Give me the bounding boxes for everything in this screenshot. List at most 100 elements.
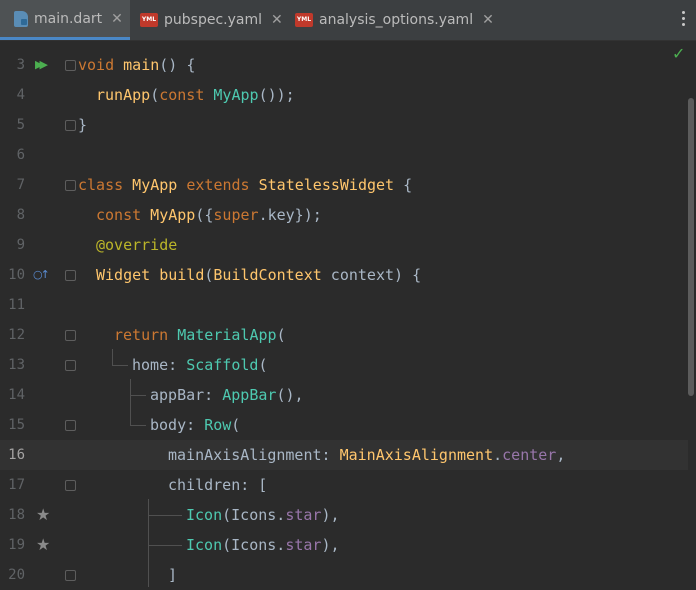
code-token: super bbox=[213, 206, 259, 224]
code-line-11: 11 bbox=[0, 290, 688, 320]
more-options-icon[interactable] bbox=[681, 11, 685, 26]
code-token: Scaffold bbox=[186, 356, 259, 374]
fold-marker[interactable] bbox=[65, 570, 76, 581]
code-line-17: 17 children: [ bbox=[0, 470, 688, 500]
code-line-16: 16 mainAxisAlignment: MainAxisAlignment.… bbox=[0, 440, 688, 470]
star-icon: ★ bbox=[36, 535, 51, 554]
code-token: context) { bbox=[321, 266, 422, 284]
line-number: 5 bbox=[16, 117, 25, 133]
code-token: StatelessWidget bbox=[249, 176, 395, 194]
code-token: AppBar bbox=[222, 386, 277, 404]
code-token: MyApp bbox=[141, 206, 196, 224]
line-number: 6 bbox=[16, 147, 25, 163]
indent-guide bbox=[130, 379, 131, 426]
code-line-10: 10 ○↑ Widget build(BuildContext context)… bbox=[0, 260, 688, 290]
code-token: MyApp bbox=[123, 176, 187, 194]
code-line-3: 3 ▶▶ void main() { bbox=[0, 50, 688, 80]
line-number: 10 bbox=[8, 267, 25, 283]
code-line-14: 14 appBar: AppBar(), bbox=[0, 380, 688, 410]
code-token: ] bbox=[168, 566, 178, 584]
code-token: . bbox=[493, 446, 503, 464]
code-token: MainAxisAlignment bbox=[339, 446, 494, 464]
code-token: ( bbox=[258, 356, 268, 374]
code-token: center bbox=[502, 446, 557, 464]
line-number: 9 bbox=[16, 237, 25, 253]
code-line-20: 20 ] bbox=[0, 560, 688, 590]
code-editor[interactable]: 3 ▶▶ void main() { 4 runApp(const MyApp(… bbox=[0, 41, 696, 587]
code-token: ( bbox=[231, 416, 241, 434]
code-token: (Icons. bbox=[222, 536, 286, 554]
code-token: MaterialApp bbox=[168, 326, 277, 344]
fold-marker[interactable] bbox=[65, 480, 76, 491]
code-token: () { bbox=[159, 56, 196, 74]
indent-guide bbox=[112, 365, 128, 366]
code-token: @override bbox=[96, 236, 178, 254]
code-token: void bbox=[78, 56, 115, 74]
line-number: 13 bbox=[8, 357, 25, 373]
fold-marker[interactable] bbox=[65, 120, 76, 131]
fold-marker[interactable] bbox=[65, 360, 76, 371]
code-token: ), bbox=[321, 536, 340, 554]
code-token: BuildContext bbox=[213, 266, 322, 284]
line-number: 19 bbox=[8, 537, 25, 553]
yaml-file-icon: YML bbox=[140, 13, 158, 27]
fold-marker[interactable] bbox=[65, 60, 76, 71]
code-token: (Icons. bbox=[222, 506, 286, 524]
tab-analysis-options-yaml[interactable]: YML analysis_options.yaml ✕ bbox=[295, 0, 495, 40]
code-token: home: bbox=[132, 356, 187, 374]
code-token: ()); bbox=[258, 86, 295, 104]
code-token: const bbox=[159, 86, 205, 104]
code-token: const bbox=[96, 206, 142, 224]
check-icon: ✓ bbox=[672, 44, 686, 63]
close-icon[interactable]: ✕ bbox=[111, 11, 123, 27]
tab-label: main.dart bbox=[34, 10, 103, 27]
code-line-13: 13 home: Scaffold( bbox=[0, 350, 688, 380]
code-line-5: 5 } bbox=[0, 110, 688, 140]
close-icon[interactable]: ✕ bbox=[271, 12, 283, 28]
indent-guide bbox=[130, 425, 146, 426]
code-token: extends bbox=[186, 176, 250, 194]
close-icon[interactable]: ✕ bbox=[482, 12, 494, 28]
fold-marker[interactable] bbox=[65, 330, 76, 341]
line-number: 18 bbox=[8, 507, 25, 523]
tab-label: analysis_options.yaml bbox=[319, 12, 474, 28]
tab-main-dart[interactable]: main.dart ✕ bbox=[0, 0, 130, 40]
line-number: 11 bbox=[8, 297, 25, 313]
line-number: 14 bbox=[8, 387, 25, 403]
fold-marker[interactable] bbox=[65, 180, 76, 191]
code-token: Row bbox=[204, 416, 232, 434]
code-token: star bbox=[285, 536, 322, 554]
code-token: Icon bbox=[186, 506, 223, 524]
code-token: return bbox=[114, 326, 169, 344]
code-line-6: 6 bbox=[0, 140, 688, 170]
code-token: ( bbox=[150, 86, 160, 104]
code-token: ( bbox=[276, 326, 286, 344]
code-token: ({ bbox=[195, 206, 214, 224]
vertical-scrollbar[interactable] bbox=[688, 98, 694, 396]
code-token: class bbox=[78, 176, 124, 194]
tab-pubspec-yaml[interactable]: YML pubspec.yaml ✕ bbox=[140, 0, 285, 40]
override-icon[interactable]: ○↑ bbox=[33, 260, 50, 290]
code-line-7: 7 class MyApp extends StatelessWidget { bbox=[0, 170, 688, 200]
editor-tab-bar: main.dart ✕ YML pubspec.yaml ✕ YML analy… bbox=[0, 0, 696, 41]
code-token: MyApp bbox=[204, 86, 259, 104]
line-number: 20 bbox=[8, 567, 25, 583]
code-token: body: bbox=[150, 416, 205, 434]
dart-file-icon bbox=[14, 10, 28, 27]
fold-marker[interactable] bbox=[65, 270, 76, 281]
code-token: mainAxisAlignment: bbox=[168, 446, 340, 464]
line-number: 15 bbox=[8, 417, 25, 433]
line-number: 17 bbox=[8, 477, 25, 493]
code-token: .key}); bbox=[258, 206, 322, 224]
run-icon[interactable]: ▶▶ bbox=[35, 50, 48, 80]
line-number: 3 bbox=[16, 57, 25, 73]
star-icon: ★ bbox=[36, 505, 51, 524]
line-number: 8 bbox=[16, 207, 25, 223]
fold-marker[interactable] bbox=[65, 420, 76, 431]
code-line-15: 15 body: Row( bbox=[0, 410, 688, 440]
line-number: 4 bbox=[16, 87, 25, 103]
code-token: (), bbox=[276, 386, 304, 404]
code-token: } bbox=[78, 116, 88, 134]
code-line-18: 18 ★ Icon(Icons.star), bbox=[0, 500, 688, 530]
line-number: 12 bbox=[8, 327, 25, 343]
